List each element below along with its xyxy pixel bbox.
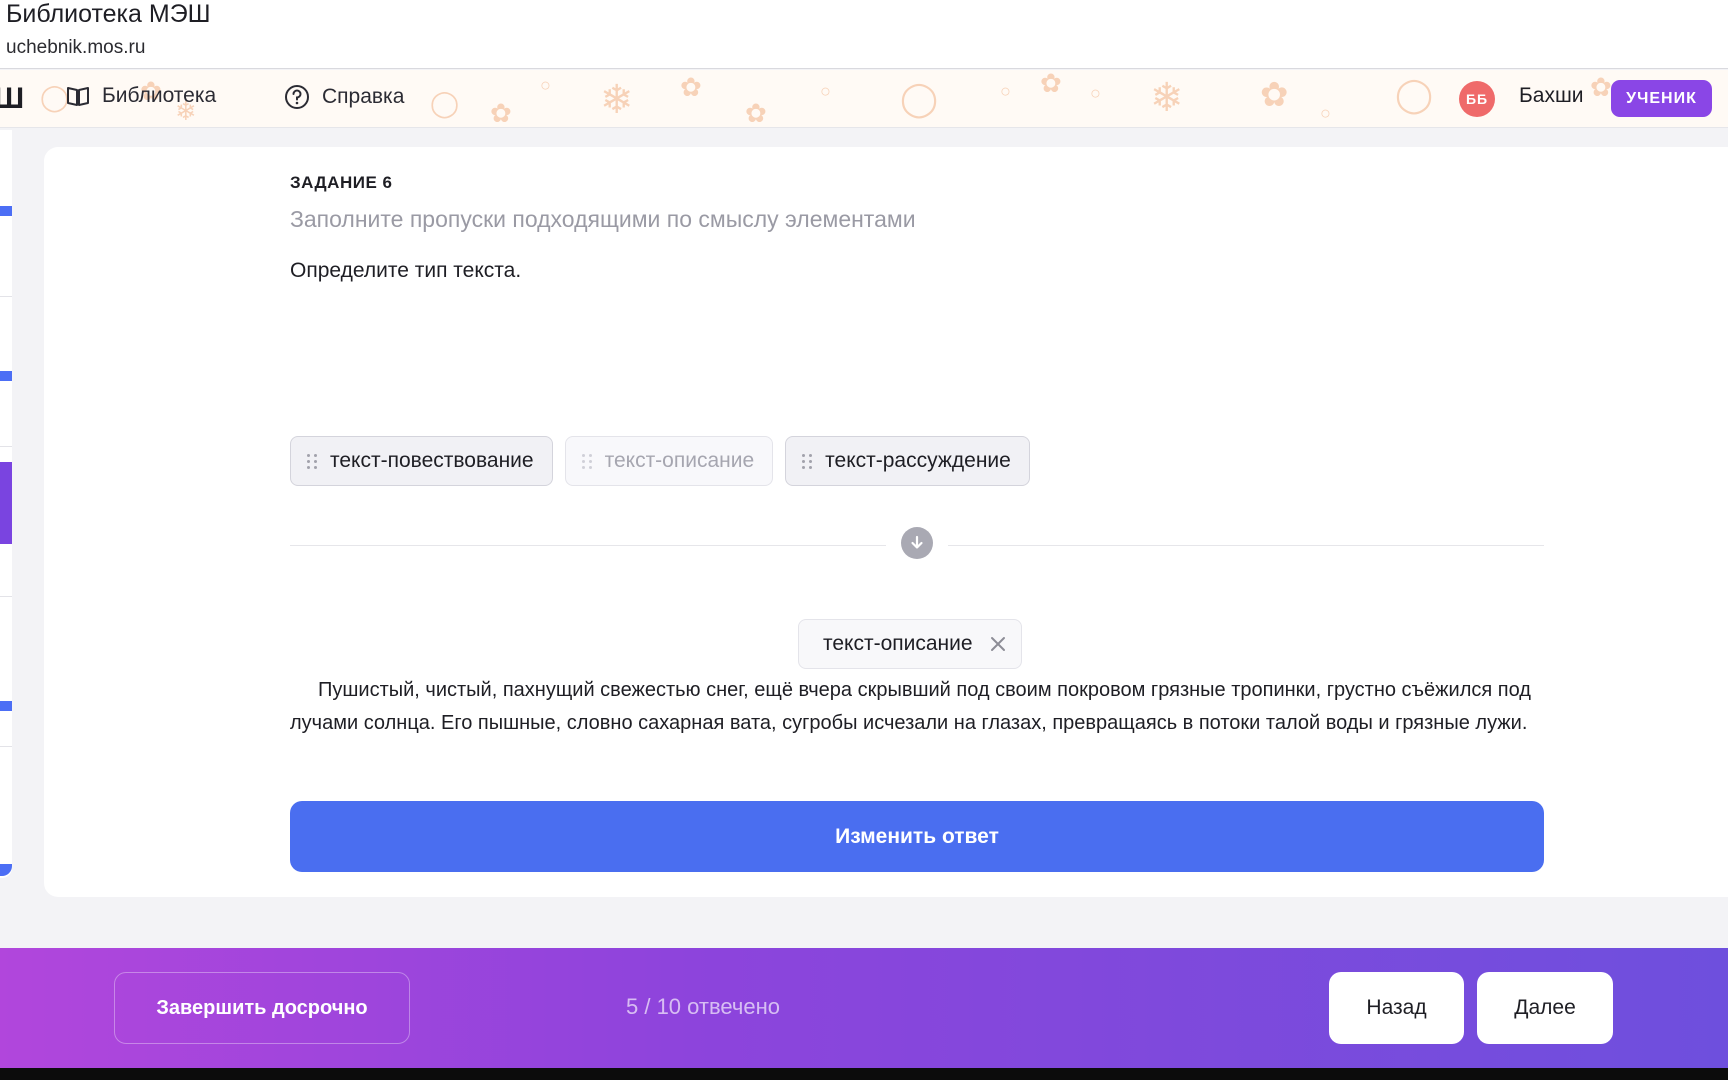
task-card: ЗАДАНИЕ 6 Заполните пропуски подходящими…: [44, 147, 1728, 897]
decor-leaf-icon: ✿: [745, 98, 767, 128]
option-label: текст-описание: [604, 449, 755, 472]
sidebar-marker[interactable]: [0, 701, 12, 711]
decor-leaf-icon: ✿: [1590, 72, 1612, 102]
nav-library-label: Библиотека: [102, 84, 217, 107]
decor-leaf-icon: ✿: [1040, 70, 1062, 98]
nav-library[interactable]: Библиотека: [66, 84, 216, 108]
close-icon[interactable]: [987, 633, 1009, 655]
browser-bar: Библиотека МЭШ uchebnik.mos.ru: [0, 0, 1728, 69]
sidebar-marker[interactable]: [0, 864, 12, 876]
logo[interactable]: Ш: [0, 82, 24, 116]
nav-help-label: Справка: [322, 85, 405, 108]
decor-leaf-icon: ✿: [490, 98, 512, 128]
sidebar-separator: [0, 596, 12, 597]
sidebar-separator: [0, 746, 12, 747]
divider-line: [948, 545, 1544, 546]
sidebar-strip: [0, 130, 12, 878]
arrow-down-icon: [901, 527, 933, 559]
decor-leaf-icon: ❄: [1150, 76, 1184, 120]
selected-answer-chip[interactable]: текст-описание: [798, 619, 1022, 669]
sidebar-marker[interactable]: [0, 206, 12, 216]
decor-cherry-icon: ◯: [900, 80, 939, 118]
task-passage: Пушистый, чистый, пахнущий свежестью сне…: [290, 679, 1531, 734]
option-label: текст-рассуждение: [825, 449, 1011, 472]
task-label: ЗАДАНИЕ 6: [290, 173, 393, 192]
app-header: ◯ ✿ ❄ ◯ ✿ ○ ❄ ✿ ✿ ○ ◯ ○ ✿ ○ ❄ ✿ ○ ◯ ✿ Ш …: [0, 70, 1728, 128]
sidebar-separator: [0, 296, 12, 297]
decor-leaf-icon: ❄: [600, 78, 634, 122]
avatar[interactable]: ББ: [1459, 81, 1495, 117]
task-question: Определите тип текста.: [290, 259, 522, 282]
decor-berry-icon: ○: [1000, 81, 1011, 101]
sidebar-marker-active[interactable]: [0, 462, 12, 544]
option-chip[interactable]: текст-повествование: [290, 436, 553, 486]
decor-leaf-icon: ✿: [1260, 76, 1289, 114]
decor-berry-icon: ○: [1320, 103, 1331, 123]
decor-berry-icon: ○: [1090, 83, 1101, 103]
nav-help[interactable]: Справка: [284, 84, 404, 110]
finish-early-button[interactable]: Завершить досрочно: [114, 972, 410, 1044]
drag-handle-icon: [581, 453, 593, 469]
selected-answer-label: текст-описание: [823, 632, 973, 655]
option-chip[interactable]: текст-рассуждение: [785, 436, 1030, 486]
progress-counter: 5 / 10 отвечено: [626, 994, 781, 1019]
decor-berry-icon: ○: [540, 75, 551, 95]
bottom-strip: [0, 1068, 1728, 1080]
option-label: текст-повествование: [330, 449, 534, 472]
role-badge: УЧЕНИК: [1611, 80, 1712, 117]
browser-title: Библиотека МЭШ: [6, 0, 211, 28]
decor-cherry-icon: ◯: [40, 82, 70, 112]
decor-leaf-icon: ✿: [680, 72, 702, 102]
book-icon: [66, 85, 90, 107]
sidebar-marker[interactable]: [0, 371, 12, 381]
decor-cherry-icon: ◯: [1395, 76, 1434, 114]
answer-options: текст-повествование текст-описание текст…: [290, 436, 1030, 486]
help-circle-icon: [284, 84, 310, 110]
change-answer-button[interactable]: Изменить ответ: [290, 801, 1544, 872]
drag-handle-icon[interactable]: [802, 453, 813, 469]
back-button[interactable]: Назад: [1329, 972, 1464, 1044]
divider-line: [290, 545, 886, 546]
option-chip-used: текст-описание: [564, 436, 774, 486]
user-name[interactable]: Бахши: [1519, 84, 1584, 108]
sidebar-separator: [0, 446, 12, 447]
drag-handle-icon[interactable]: [307, 453, 318, 469]
task-hint: Заполните пропуски подходящими по смыслу…: [290, 206, 916, 232]
decor-cherry-icon: ◯: [430, 88, 460, 118]
browser-url[interactable]: uchebnik.mos.ru: [6, 37, 145, 59]
decor-berry-icon: ○: [820, 81, 831, 101]
next-button[interactable]: Далее: [1477, 972, 1613, 1044]
footer-bar: Завершить досрочно 5 / 10 отвечено Назад…: [0, 948, 1728, 1068]
